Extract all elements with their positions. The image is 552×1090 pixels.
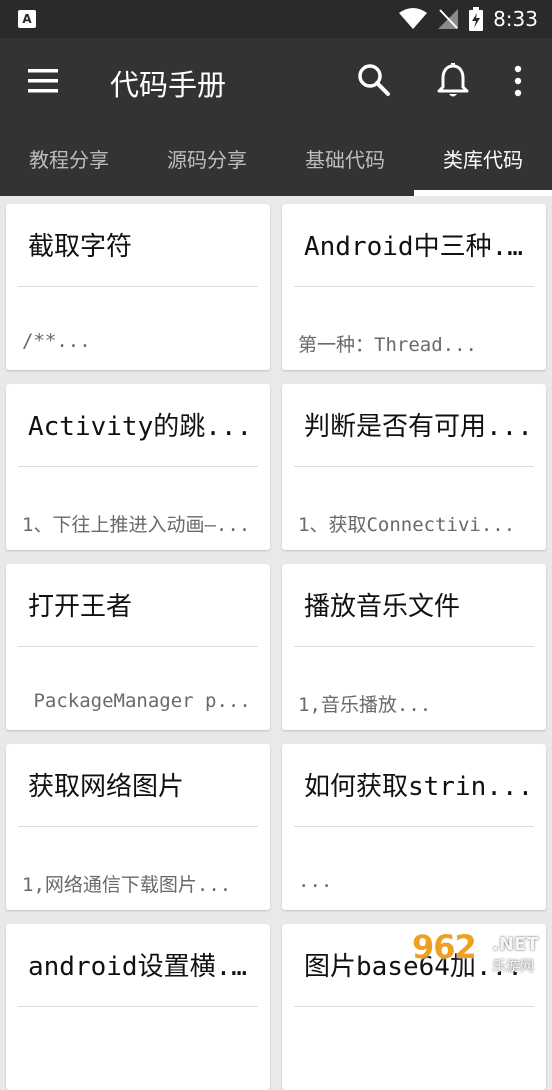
card-title: 播放音乐文件 — [304, 592, 461, 622]
status-bar: A 8:33 — [0, 0, 552, 38]
tab-bar: 教程分享 源码分享 基础代码 类库代码 — [0, 124, 552, 196]
divider — [18, 826, 258, 827]
app-bar: 代码手册 — [0, 38, 552, 124]
card-title: 如何获取strin... — [304, 772, 534, 802]
card[interactable]: android设置横... — [6, 924, 270, 1090]
card-title: 打开王者 — [28, 592, 133, 622]
card-title: 判断是否有可用... — [304, 412, 533, 442]
card-title: Activity的跳... — [28, 412, 253, 442]
card-description: /**... — [22, 330, 91, 352]
tab-source-share[interactable]: 源码分享 — [138, 124, 276, 196]
page-title: 代码手册 — [110, 68, 227, 102]
card-title: 获取网络图片 — [28, 772, 185, 802]
card[interactable]: Android中三种... 第一种：Thread... — [282, 204, 546, 370]
watermark-sub: 乐游网 — [492, 959, 534, 975]
divider — [294, 1006, 534, 1007]
divider — [294, 826, 534, 827]
card-title: 截取字符 — [28, 232, 133, 262]
card[interactable]: 获取网络图片 1,网络通信下载图片... — [6, 744, 270, 910]
more-vertical-icon[interactable] — [506, 64, 530, 98]
card[interactable]: 判断是否有可用... 1、获取Connectivi... — [282, 384, 546, 550]
watermark-domain: .NET — [492, 934, 539, 955]
card-description: ... — [298, 870, 333, 892]
tab-basic-code[interactable]: 基础代码 — [276, 124, 414, 196]
watermark-number: 962 — [412, 928, 477, 966]
divider — [294, 286, 534, 287]
status-icons: 8:33 — [399, 6, 538, 32]
card-description: PackageManager p... — [22, 690, 251, 712]
card[interactable]: 打开王者 PackageManager p... — [6, 564, 270, 730]
tab-library-code[interactable]: 类库代码 — [414, 124, 552, 196]
app-notification-icon: A — [18, 10, 36, 28]
card-description: 第一种：Thread... — [298, 334, 477, 356]
divider — [18, 466, 258, 467]
divider — [18, 646, 258, 647]
card-grid: 截取字符 /**... Android中三种... 第一种：Thread... … — [0, 196, 552, 1090]
bell-icon[interactable] — [436, 62, 470, 100]
wifi-icon — [399, 8, 428, 29]
divider — [18, 1006, 258, 1007]
no-signal-icon — [438, 9, 459, 29]
divider — [18, 286, 258, 287]
card-description: 1,网络通信下载图片... — [22, 874, 232, 896]
card-title: android设置横... — [28, 952, 260, 982]
divider — [294, 646, 534, 647]
card[interactable]: 如何获取strin... ... — [282, 744, 546, 910]
search-icon[interactable] — [356, 62, 392, 98]
card-description: 1、获取Connectivi... — [298, 514, 516, 536]
card[interactable]: 播放音乐文件 1,音乐播放... — [282, 564, 546, 730]
tab-tutorial-share[interactable]: 教程分享 — [0, 124, 138, 196]
clock: 8:33 — [493, 7, 538, 31]
card[interactable]: 截取字符 /**... — [6, 204, 270, 370]
card[interactable]: Activity的跳... 1、下往上推进入动画—... — [6, 384, 270, 550]
card-description: 1,音乐播放... — [298, 694, 432, 716]
watermark-logo: 962 .NET 乐游网 — [412, 928, 546, 978]
battery-charging-icon — [469, 7, 484, 31]
card-description: 1、下往上推进入动画—... — [22, 514, 251, 536]
card-title: Android中三种... — [304, 232, 536, 262]
menu-icon[interactable] — [26, 66, 60, 96]
divider — [294, 466, 534, 467]
